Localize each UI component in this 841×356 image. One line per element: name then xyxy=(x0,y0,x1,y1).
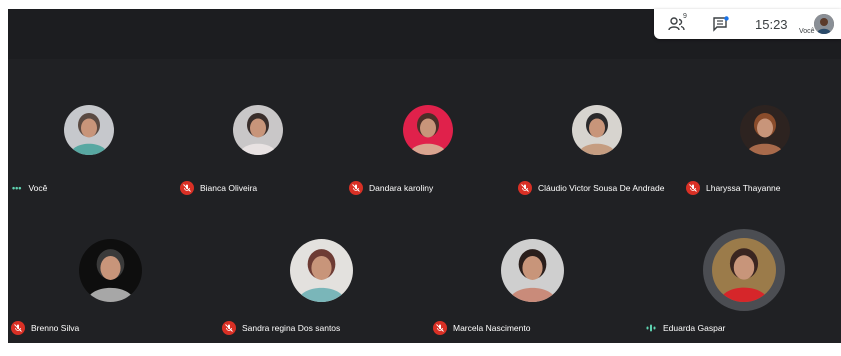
participant-avatar[interactable] xyxy=(712,238,776,302)
participant-avatar[interactable] xyxy=(740,105,790,155)
participant-name: Cláudio Victor Sousa De Andrade xyxy=(538,183,665,193)
participant-name: Você xyxy=(28,183,48,193)
avatar-face xyxy=(81,118,97,138)
avatar-face xyxy=(420,118,436,138)
participant-name-tag: Sandra regina Dos santos xyxy=(222,320,340,336)
participant-avatar[interactable] xyxy=(501,239,564,302)
participant-name-tag: Dandara karoliny xyxy=(349,180,433,196)
participant-name: Brenno Silva xyxy=(31,323,80,333)
avatar-face xyxy=(522,256,543,280)
participant-avatar[interactable] xyxy=(79,239,142,302)
participant-avatar[interactable] xyxy=(403,105,453,155)
participant-name-tag: Lharyssa Thayanne xyxy=(686,180,781,196)
avatar-face xyxy=(250,118,266,138)
self-label: Você xyxy=(799,28,815,35)
avatar-face xyxy=(589,118,605,138)
bottom-band xyxy=(8,343,841,356)
participant-avatar[interactable] xyxy=(290,239,353,302)
participant-name: Eduarda Gaspar xyxy=(663,323,726,333)
mic-off-icon xyxy=(222,321,236,335)
participant-avatar[interactable] xyxy=(572,105,622,155)
participant-name-tag: Marcela Nascimento xyxy=(433,320,530,336)
participant-name-tag: Eduarda Gaspar xyxy=(646,320,725,336)
participant-avatar[interactable] xyxy=(64,105,114,155)
speaking-indicator-icon xyxy=(646,324,656,332)
participant-avatar[interactable] xyxy=(233,105,283,155)
clock-time: 15:23 xyxy=(755,17,788,32)
mic-off-icon xyxy=(518,181,532,195)
participant-name-tag: ••• Você xyxy=(12,180,47,196)
avatar-face xyxy=(311,256,332,280)
mic-off-icon xyxy=(11,321,25,335)
mic-off-icon xyxy=(349,181,363,195)
mic-off-icon xyxy=(433,321,447,335)
more-options-icon[interactable]: ••• xyxy=(12,183,21,193)
participant-name-tag: Bianca Oliveira xyxy=(180,180,257,196)
participant-name-tag: Brenno Silva xyxy=(11,320,79,336)
participant-name: Lharyssa Thayanne xyxy=(706,183,781,193)
chat-icon[interactable] xyxy=(712,16,730,32)
self-avatar[interactable] xyxy=(814,14,834,34)
meeting-toolbar: 9 15:23 Você xyxy=(654,9,841,39)
mic-off-icon xyxy=(686,181,700,195)
participant-name: Sandra regina Dos santos xyxy=(242,323,341,333)
participant-name: Marcela Nascimento xyxy=(453,323,531,333)
mic-off-icon xyxy=(180,181,194,195)
participant-name: Dandara karoliny xyxy=(369,183,434,193)
participant-name-tag: Cláudio Victor Sousa De Andrade xyxy=(518,180,664,196)
people-count-badge: 9 xyxy=(683,13,687,20)
participant-name: Bianca Oliveira xyxy=(200,183,258,193)
avatar-face xyxy=(733,255,755,280)
avatar-face xyxy=(100,256,121,280)
avatar-face xyxy=(757,118,773,138)
